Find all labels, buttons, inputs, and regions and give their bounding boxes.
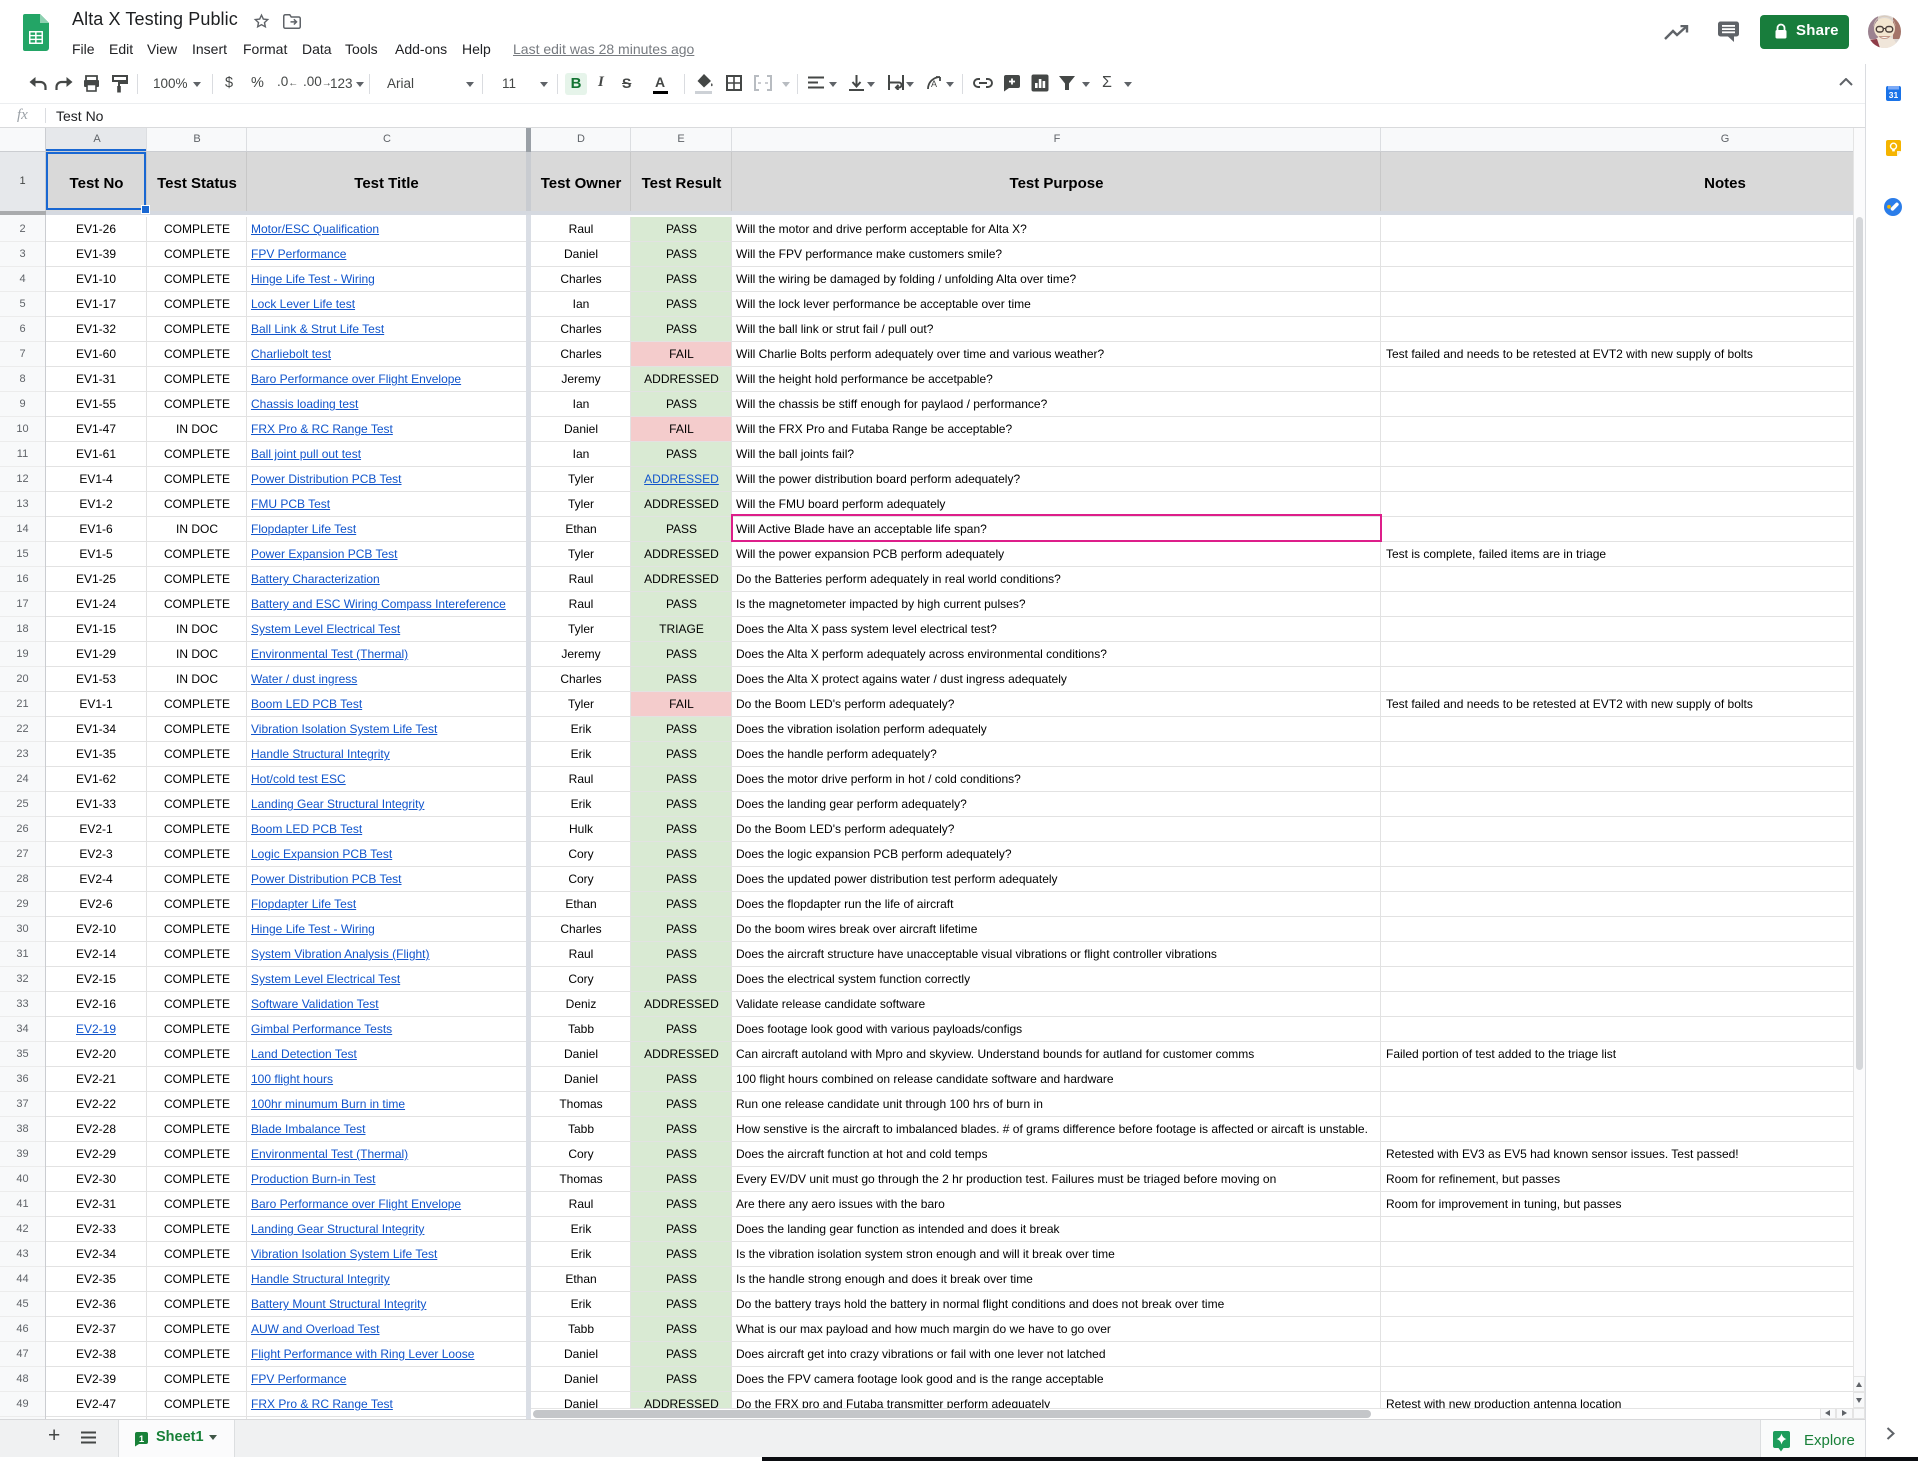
svg-text:1: 1 [139,1434,145,1445]
svg-text:31: 31 [1889,90,1899,100]
svg-text:A: A [931,79,937,89]
